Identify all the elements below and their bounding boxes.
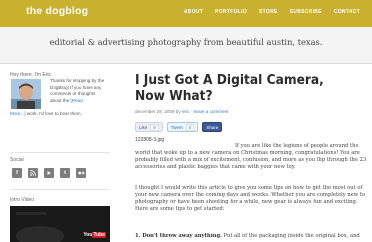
about-text-tail: work, I'd love to hear them. — [26, 111, 82, 116]
facebook-share-button[interactable]: Share — [202, 122, 223, 132]
like-count: 0 — [150, 123, 159, 131]
about-heading: Hey there. I'm Eric. — [10, 72, 53, 78]
top-header-bar: the dogblog ABOUT PORTFOLIO STORE SUBSCR… — [0, 0, 372, 27]
post-author-link[interactable]: eric — [182, 109, 189, 114]
post-meta: december 29, 2009 by eric · leave a comm… — [135, 109, 228, 114]
site-tagline: editorial & advertising photography from… — [49, 37, 323, 47]
post-date: december 29, 2009 by — [135, 109, 181, 114]
post-paragraph: I thought I would write this article to … — [135, 185, 366, 212]
tip-body: Put all of the packaging inside the orig… — [221, 233, 360, 239]
author-photo — [11, 79, 41, 109]
share-buttons: Like 0 Tweet 0 Share — [135, 122, 226, 132]
nav-subscribe[interactable]: SUBSCRIBE — [290, 9, 322, 15]
twitter-icon[interactable]: t — [60, 168, 70, 178]
social-heading: Social — [10, 157, 24, 163]
leave-comment-link[interactable]: leave a comment — [194, 109, 229, 114]
main-nav: ABOUT PORTFOLIO STORE SUBSCRIBE CONTACT — [172, 9, 360, 15]
sidebar-divider — [10, 152, 110, 153]
nav-portfolio[interactable]: PORTFOLIO — [215, 9, 247, 15]
about-text: Thanks for stopping by the DogBlog! If y… — [50, 78, 108, 104]
meta-separator: · — [190, 109, 193, 114]
about-text-continued: More...] work, I'd love to hear them. — [10, 111, 110, 118]
tweet-button[interactable]: Tweet 0 — [166, 122, 199, 132]
youtube-badge: YouTube — [83, 232, 106, 238]
read-more-link[interactable]: [Read — [70, 98, 82, 103]
rss-icon[interactable] — [28, 168, 38, 178]
tip-lead: 1. Don't throw away anything. — [135, 233, 222, 239]
read-more-link-continued[interactable]: More...] — [10, 111, 26, 116]
intro-video-player[interactable]: YouTube — [10, 206, 110, 242]
nav-store[interactable]: STORE — [259, 9, 278, 15]
tweet-label: Tweet — [170, 124, 183, 130]
flickr-icon[interactable] — [76, 168, 86, 178]
site-logo[interactable]: the dogblog — [26, 5, 88, 17]
post-tip-item: 1. Don't throw away anything. Put all of… — [135, 233, 367, 240]
tagline-bar: editorial & advertising photography from… — [0, 27, 372, 64]
like-label: Like — [139, 124, 148, 130]
nav-about[interactable]: ABOUT — [184, 9, 203, 15]
about-widget: Hey there. I'm Eric. Thanks for stopping… — [10, 72, 114, 144]
facebook-like-button[interactable]: Like 0 — [135, 122, 163, 132]
nav-contact[interactable]: CONTACT — [334, 9, 360, 15]
post-paragraph: If you are like the legions of people ar… — [135, 143, 367, 170]
sidebar: Hey there. I'm Eric. Thanks for stopping… — [10, 72, 114, 242]
sidebar-divider — [10, 189, 110, 190]
post-title[interactable]: I Just Got A Digital Camera, Now What? — [135, 72, 342, 104]
tweet-count: 0 — [185, 123, 195, 131]
intro-video-heading: Intro Video — [10, 197, 35, 203]
facebook-icon[interactable]: f — [12, 168, 22, 178]
social-icons: f t — [12, 168, 92, 178]
youtube-icon[interactable] — [44, 168, 54, 178]
